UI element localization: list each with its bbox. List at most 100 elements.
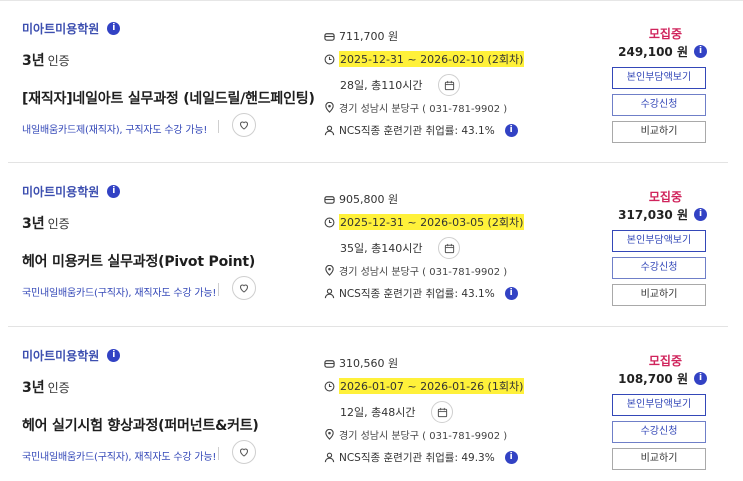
location-pin-icon [325, 265, 334, 276]
cert-years-badge: 3년 [22, 380, 45, 396]
address-value: 경기 성남시 분당구 ( 031-781-9902 ) [339, 104, 508, 115]
date-range: 2025-12-31 ~ 2026-02-10 (2회차) [339, 51, 525, 67]
apply-button[interactable]: 수강신청 [612, 257, 706, 279]
course-card: 미아트미용학원 i 3년 인증 [재직자]네일아트 실무과정 (네일드릴/핸드페… [0, 0, 743, 162]
clock-icon [324, 54, 335, 64]
self-pay-value: 249,100 원 [618, 45, 688, 59]
institution-name[interactable]: 미아트미용학원 i [22, 183, 121, 200]
price-value: 905,800 원 [339, 193, 399, 206]
duration-row: 35일, 총140시간 [340, 237, 461, 259]
info-icon[interactable]: i [504, 451, 518, 464]
address-value: 경기 성남시 분당구 ( 031-781-9902 ) [339, 267, 508, 278]
certification: 3년 인증 [22, 213, 70, 233]
calendar-button[interactable] [438, 74, 461, 96]
address-row: 경기 성남시 분당구 ( 031-781-9902 ) [324, 263, 507, 278]
date-row: 2025-12-31 ~ 2026-02-10 (2회차) [324, 51, 525, 67]
info-icon[interactable]: i [694, 45, 707, 58]
divider [218, 283, 219, 296]
ncs-value: NCS직종 훈련기관 취업률: 49.3% [339, 452, 495, 464]
duration-value: 28일, 총110시간 [340, 79, 423, 92]
date-range: 2025-12-31 ~ 2026-03-05 (2회차) [339, 214, 525, 230]
favorite-button[interactable] [232, 440, 256, 464]
cert-label: 인증 [47, 54, 70, 68]
ncs-value: NCS직종 훈련기관 취업률: 43.1% [339, 288, 495, 300]
price-value: 310,560 원 [339, 357, 399, 370]
compare-button[interactable]: 비교하기 [612, 284, 706, 306]
calendar-icon [444, 80, 455, 90]
heart-icon [239, 448, 249, 457]
apply-button[interactable]: 수강신청 [612, 94, 706, 116]
course-list: 미아트미용학원 i 3년 인증 [재직자]네일아트 실무과정 (네일드릴/핸드페… [0, 0, 743, 481]
info-icon[interactable]: i [107, 22, 121, 35]
course-title[interactable]: [재직자]네일아트 실무과정 (네일드릴/핸드페인팅) [22, 88, 315, 108]
info-icon[interactable]: i [107, 349, 121, 362]
ncs-row: NCS직종 훈련기관 취업률: 43.1% i [324, 123, 518, 138]
cert-years-badge: 3년 [22, 216, 45, 232]
person-icon [324, 452, 335, 463]
compare-button[interactable]: 비교하기 [612, 448, 706, 470]
duration-value: 12일, 총48시간 [340, 406, 416, 419]
divider [218, 447, 219, 460]
price-value: 711,700 원 [339, 30, 399, 43]
duration-value: 35일, 총140시간 [340, 242, 423, 255]
card-type-text: 국민내일배움카드(구직자), 재직자도 수강 가능! [22, 288, 217, 299]
heart-icon [239, 121, 249, 130]
clock-icon [324, 217, 335, 227]
price-row: 711,700 원 [324, 28, 398, 44]
location-pin-icon [325, 429, 334, 440]
status-badge: 모집중 [648, 27, 682, 41]
calendar-button[interactable] [431, 401, 454, 423]
course-card: 미아트미용학원 i 3년 인증 헤어 미용커트 실무과정(Pivot Point… [0, 163, 743, 325]
ncs-row: NCS직종 훈련기관 취업률: 43.1% i [324, 286, 518, 301]
self-pay-amount: 108,700 원 i [618, 370, 707, 387]
divider [218, 120, 219, 133]
price-row: 310,560 원 [324, 355, 398, 371]
cert-label: 인증 [47, 381, 70, 395]
status-badge: 모집중 [648, 354, 682, 368]
certification: 3년 인증 [22, 377, 70, 397]
institution-label[interactable]: 미아트미용학원 [22, 20, 99, 37]
institution-name[interactable]: 미아트미용학원 i [22, 347, 121, 364]
heart-icon [239, 284, 249, 293]
info-icon[interactable]: i [504, 287, 518, 300]
self-pay-amount: 317,030 원 i [618, 206, 707, 223]
calendar-button[interactable] [438, 237, 461, 259]
card-type-text: 국민내일배움카드(구직자), 재직자도 수강 가능! [22, 452, 217, 463]
calendar-icon [437, 407, 448, 417]
info-icon[interactable]: i [504, 124, 518, 137]
self-pay-button[interactable]: 본인부담액보기 [612, 394, 706, 416]
course-title[interactable]: 헤어 실기시험 향상과정(퍼머넌트&커트) [22, 415, 259, 435]
calendar-icon [444, 243, 455, 253]
info-icon[interactable]: i [107, 185, 121, 198]
address-row: 경기 성남시 분당구 ( 031-781-9902 ) [324, 100, 507, 115]
duration-row: 28일, 총110시간 [340, 74, 461, 96]
address-value: 경기 성남시 분당구 ( 031-781-9902 ) [339, 431, 508, 442]
clock-icon [324, 381, 335, 391]
compare-button[interactable]: 비교하기 [612, 121, 706, 143]
date-row: 2026-01-07 ~ 2026-01-26 (1회차) [324, 378, 525, 394]
institution-name[interactable]: 미아트미용학원 i [22, 20, 121, 37]
info-icon[interactable]: i [694, 372, 707, 385]
institution-label[interactable]: 미아트미용학원 [22, 347, 99, 364]
price-row: 905,800 원 [324, 191, 398, 207]
certification: 3년 인증 [22, 50, 70, 70]
address-row: 경기 성남시 분당구 ( 031-781-9902 ) [324, 427, 507, 442]
info-icon[interactable]: i [694, 208, 707, 221]
duration-row: 12일, 총48시간 [340, 401, 454, 423]
course-title[interactable]: 헤어 미용커트 실무과정(Pivot Point) [22, 251, 255, 271]
location-pin-icon [325, 102, 334, 113]
institution-label[interactable]: 미아트미용학원 [22, 183, 99, 200]
ncs-value: NCS직종 훈련기관 취업률: 43.1% [339, 125, 495, 137]
self-pay-value: 317,030 원 [618, 208, 688, 222]
apply-button[interactable]: 수강신청 [612, 421, 706, 443]
favorite-button[interactable] [232, 113, 256, 137]
status-badge: 모집중 [648, 190, 682, 204]
ncs-row: NCS직종 훈련기관 취업률: 49.3% i [324, 450, 518, 465]
self-pay-button[interactable]: 본인부담액보기 [612, 67, 706, 89]
self-pay-button[interactable]: 본인부담액보기 [612, 230, 706, 252]
wallet-icon [324, 32, 335, 41]
date-range: 2026-01-07 ~ 2026-01-26 (1회차) [339, 378, 525, 394]
person-icon [324, 288, 335, 299]
favorite-button[interactable] [232, 276, 256, 300]
date-row: 2025-12-31 ~ 2026-03-05 (2회차) [324, 214, 525, 230]
